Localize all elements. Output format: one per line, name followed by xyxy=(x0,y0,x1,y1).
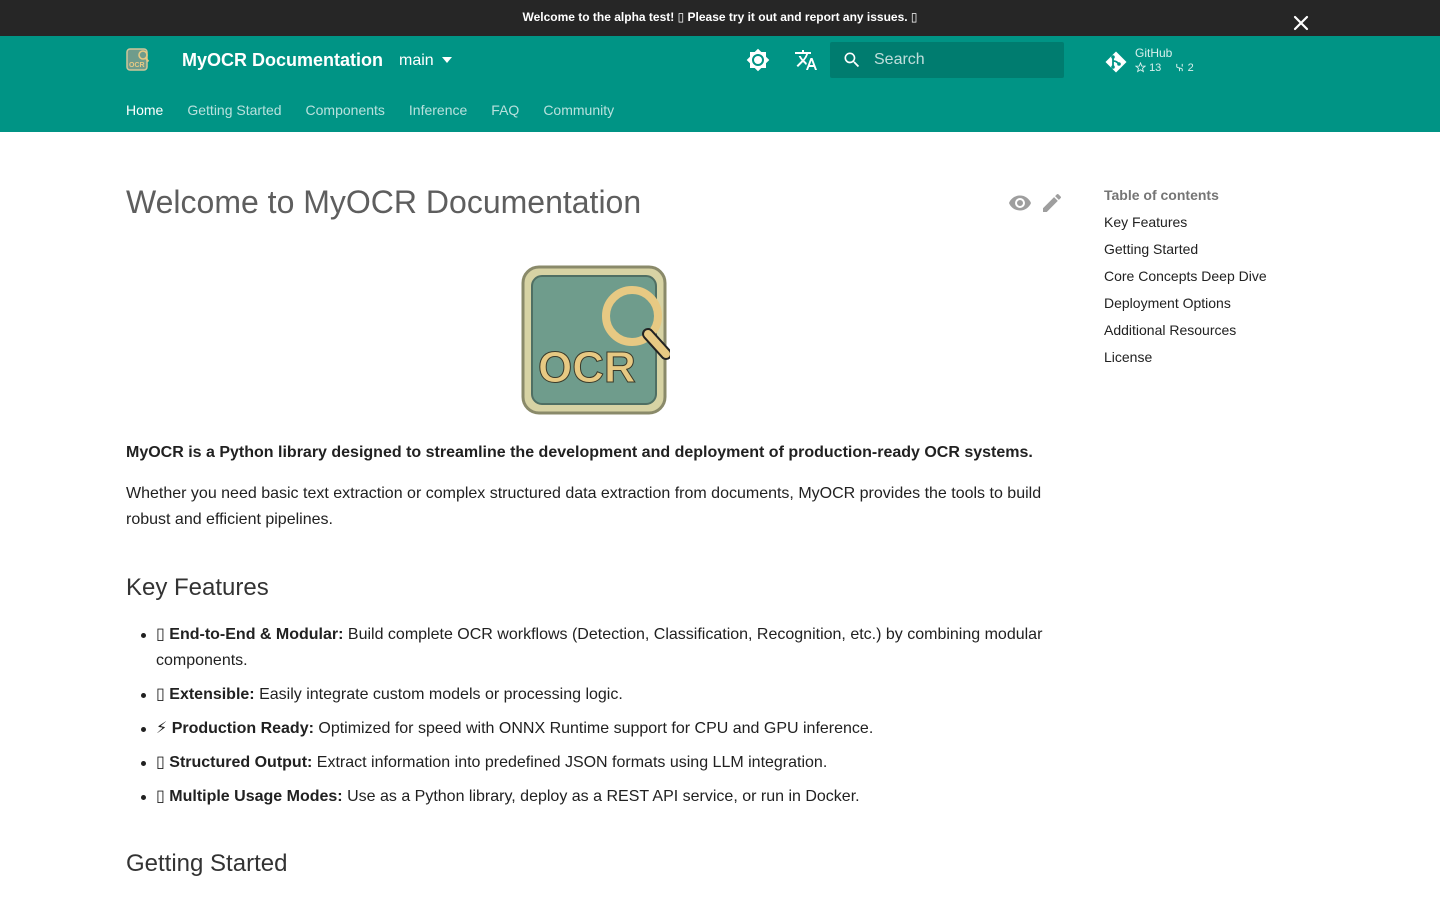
search-input[interactable] xyxy=(874,42,1058,78)
search-icon xyxy=(844,52,860,68)
version-selector[interactable]: main xyxy=(399,52,434,70)
table-of-contents: Table of contents Key Features Getting S… xyxy=(1104,186,1304,366)
feature-title: Multiple Usage Modes: xyxy=(169,788,343,805)
feature-title: End-to-End & Modular: xyxy=(169,626,344,643)
toc-item-core-concepts[interactable]: Core Concepts Deep Dive xyxy=(1104,267,1304,285)
myocr-logo-image: OCR xyxy=(521,265,670,415)
getting-started-heading: Getting Started xyxy=(126,850,288,877)
github-repo-link[interactable]: GitHub 13 2 xyxy=(1104,44,1224,78)
git-icon xyxy=(1105,51,1127,73)
view-source-icon[interactable] xyxy=(1008,191,1032,215)
list-item: ▯ End-to-End & Modular: Build complete O… xyxy=(126,622,1064,674)
feature-icon: ▯ xyxy=(156,626,165,643)
feature-title: Production Ready: xyxy=(171,720,314,737)
tab-components[interactable]: Components xyxy=(306,102,385,126)
list-item: ▯ Multiple Usage Modes: Use as a Python … xyxy=(126,784,1064,810)
lightning-icon: ⚡ xyxy=(156,720,168,737)
repo-name: GitHub xyxy=(1135,46,1173,60)
intro-paragraph: Whether you need basic text extraction o… xyxy=(126,485,1042,528)
list-item: ▯ Structured Output: Extract information… xyxy=(126,750,1064,776)
toc-item-key-features[interactable]: Key Features xyxy=(1104,213,1304,231)
feature-list: ▯ End-to-End & Modular: Build complete O… xyxy=(126,622,1064,818)
feature-text: Optimized for speed with ONNX Runtime su… xyxy=(313,720,874,737)
list-item: ▯ Extensible: Easily integrate custom mo… xyxy=(126,682,1064,708)
key-features-heading: Key Features xyxy=(126,574,269,601)
translate-icon[interactable] xyxy=(794,48,818,72)
feature-title: Extensible: xyxy=(169,686,255,703)
tab-inference[interactable]: Inference xyxy=(409,102,467,126)
repo-forks: 2 xyxy=(1187,62,1194,74)
feature-icon: ▯ xyxy=(156,754,165,771)
tab-faq[interactable]: FAQ xyxy=(491,102,519,126)
feature-text: Easily integrate custom models or proces… xyxy=(254,686,623,703)
lead-paragraph: MyOCR is a Python library designed to st… xyxy=(126,444,1033,461)
close-icon[interactable] xyxy=(1292,14,1310,32)
chevron-down-icon[interactable] xyxy=(442,57,452,63)
toc-item-deployment-options[interactable]: Deployment Options xyxy=(1104,294,1304,312)
announcement-banner: Welcome to the alpha test! ▯ Please try … xyxy=(0,0,1440,36)
brightness-icon[interactable] xyxy=(746,48,770,72)
site-title[interactable]: MyOCR Documentation xyxy=(182,50,383,71)
feature-title: Structured Output: xyxy=(169,754,313,771)
site-logo[interactable]: OCR xyxy=(126,48,150,72)
fork-icon xyxy=(1175,63,1183,72)
announcement-text: Welcome to the alpha test! ▯ Please try … xyxy=(522,10,918,24)
toc-item-license[interactable]: License xyxy=(1104,348,1304,366)
feature-icon: ▯ xyxy=(156,788,165,805)
tab-getting-started[interactable]: Getting Started xyxy=(187,102,281,126)
feature-icon: ▯ xyxy=(156,686,165,703)
svg-text:OCR: OCR xyxy=(129,62,145,69)
feature-text: Use as a Python library, deploy as a RES… xyxy=(342,788,860,805)
site-header: OCR MyOCR Documentation main GitHub 13 2 xyxy=(0,36,1440,132)
toc-title: Table of contents xyxy=(1104,187,1219,203)
feature-text: Extract information into predefined JSON… xyxy=(312,754,828,771)
toc-item-additional-resources[interactable]: Additional Resources xyxy=(1104,321,1304,339)
search-box[interactable] xyxy=(830,42,1064,78)
star-icon xyxy=(1134,61,1147,73)
repo-stats: 13 2 xyxy=(1134,61,1194,74)
repo-stars: 13 xyxy=(1149,62,1162,74)
logo-text: OCR xyxy=(538,343,636,392)
toc-item-getting-started[interactable]: Getting Started xyxy=(1104,240,1304,258)
nav-tabs: Home Getting Started Components Inferenc… xyxy=(126,102,638,126)
tab-community[interactable]: Community xyxy=(543,102,614,126)
edit-page-icon[interactable] xyxy=(1040,191,1064,215)
page-title: Welcome to MyOCR Documentation xyxy=(126,184,642,220)
tab-home[interactable]: Home xyxy=(126,102,163,126)
list-item: ⚡ Production Ready: Optimized for speed … xyxy=(126,716,1064,742)
